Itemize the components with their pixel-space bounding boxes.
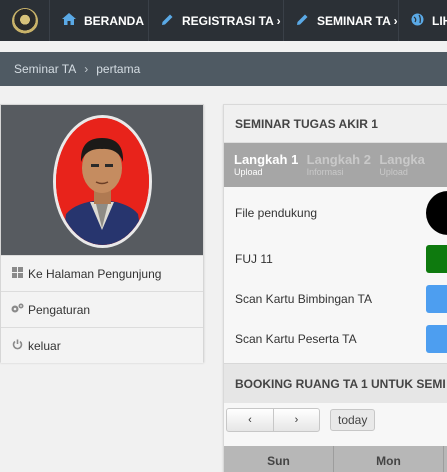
field-scan-kartu-bimbingan: Scan Kartu Bimbingan TA — [224, 279, 447, 319]
step-subtitle: Upload — [379, 167, 408, 177]
university-logo[interactable] — [11, 7, 38, 34]
step-title: Langkah 2 — [306, 152, 371, 167]
field-label: Scan Kartu Bimbingan TA — [235, 292, 372, 306]
seminar-panel: SEMINAR TUGAS AKIR 1 Langkah 1 Upload La… — [223, 104, 447, 472]
breadcrumb-separator: › — [84, 62, 89, 76]
step-subtitle: Informasi — [306, 167, 344, 177]
menu-pengaturan[interactable]: Pengaturan — [1, 291, 203, 327]
nav-lihat-label: LIH — [432, 13, 447, 28]
step-subtitle: Upload — [234, 167, 263, 177]
nav-registrasi-ta[interactable]: REGISTRASI TA › — [149, 0, 284, 41]
file-pendukung-button[interactable] — [426, 191, 447, 235]
step-langkah-1[interactable]: Langkah 1 Upload — [234, 152, 307, 178]
calendar-toolbar: ‹ › today — [224, 403, 447, 437]
globe-icon — [411, 13, 424, 29]
field-fuj-11: FUJ 11 — [224, 239, 447, 279]
day-header-sun: Sun — [224, 446, 334, 472]
menu-label: keluar — [28, 338, 61, 353]
breadcrumb-item-seminar-ta[interactable]: Seminar TA — [14, 62, 76, 76]
field-label: FUJ 11 — [235, 252, 273, 266]
nav-beranda[interactable]: BERANDA — [50, 0, 149, 41]
top-navbar: BERANDA REGISTRASI TA › SEMINAR TA › LIH — [0, 0, 447, 41]
logo-cell[interactable] — [0, 0, 50, 41]
breadcrumb: Seminar TA › pertama — [0, 52, 447, 86]
power-icon — [10, 339, 24, 353]
breadcrumb-item-current: pertama — [96, 62, 141, 76]
scan-kartu-peserta-button[interactable] — [426, 325, 447, 353]
next-button[interactable]: › — [273, 409, 319, 431]
profile-header — [1, 105, 203, 255]
cogs-icon — [10, 303, 24, 317]
home-icon — [62, 13, 76, 28]
field-label: File pendukung — [235, 206, 318, 220]
step-langkah-2[interactable]: Langkah 2 Informasi — [307, 152, 380, 178]
step-langkah-3[interactable]: Langka Upload — [379, 152, 447, 178]
menu-keluar[interactable]: keluar — [1, 327, 203, 363]
menu-label: Ke Halaman Pengunjung — [28, 266, 162, 281]
calendar-nav-group: ‹ › — [226, 408, 320, 432]
nav-lihat[interactable]: LIH — [399, 0, 447, 41]
field-label: Scan Kartu Peserta TA — [235, 332, 357, 346]
panel-title: SEMINAR TUGAS AKIR 1 — [224, 105, 447, 143]
nav-beranda-label: BERANDA — [84, 13, 144, 28]
menu-label: Pengaturan — [28, 302, 91, 317]
nav-seminar-label: SEMINAR TA › — [317, 13, 398, 28]
calendar-header: Sun Mon — [224, 446, 447, 472]
menu-ke-halaman-pengunjung[interactable]: Ke Halaman Pengunjung — [1, 255, 203, 291]
pencil-icon — [296, 13, 309, 29]
prev-button[interactable]: ‹ — [227, 409, 273, 431]
step-title: Langkah 1 — [234, 152, 299, 167]
booking-title: BOOKING RUANG TA 1 UNTUK SEMI — [224, 363, 447, 403]
nav-seminar-ta[interactable]: SEMINAR TA › — [284, 0, 399, 41]
nav-registrasi-label: REGISTRASI TA › — [182, 13, 281, 28]
windows-icon — [10, 266, 24, 281]
field-file-pendukung: File pendukung — [224, 187, 447, 239]
wizard-steps: Langkah 1 Upload Langkah 2 Informasi Lan… — [224, 143, 447, 187]
field-scan-kartu-peserta: Scan Kartu Peserta TA — [224, 319, 447, 359]
fuj-11-button[interactable] — [426, 245, 447, 273]
pencil-icon — [161, 13, 174, 29]
avatar — [53, 115, 152, 248]
scan-kartu-bimbingan-button[interactable] — [426, 285, 447, 313]
today-button[interactable]: today — [330, 409, 376, 431]
day-header-mon: Mon — [334, 446, 444, 472]
profile-card: Ke Halaman Pengunjung Pengaturan keluar — [0, 104, 204, 363]
step-title: Langka — [379, 152, 425, 167]
